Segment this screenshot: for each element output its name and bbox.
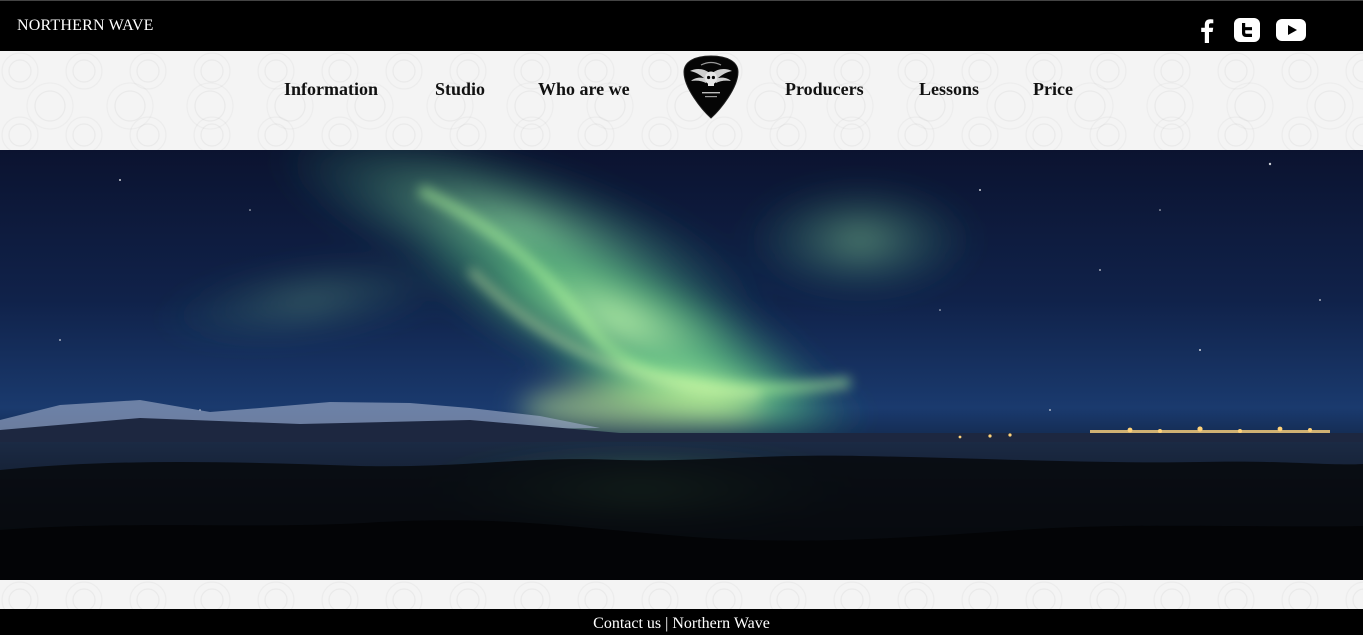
footer-brand-link[interactable]: Northern Wave: [672, 615, 770, 632]
facebook-icon[interactable]: [1192, 15, 1222, 45]
top-bar: NORTHERN WAVE: [0, 0, 1363, 51]
nav-item-lessons[interactable]: Lessons: [919, 79, 979, 100]
footer-separator: |: [665, 615, 669, 632]
youtube-icon[interactable]: [1276, 15, 1306, 45]
footer: Contact us | Northern Wave: [0, 609, 1363, 635]
hero-aurora-image: [0, 150, 1363, 580]
contact-us-link[interactable]: Contact us: [593, 615, 661, 632]
site-brand[interactable]: NORTHERN WAVE: [17, 17, 154, 35]
guitar-pick-logo[interactable]: [682, 54, 740, 120]
nav-item-who-are-we[interactable]: Who are we: [538, 79, 630, 100]
nav-item-price[interactable]: Price: [1033, 79, 1073, 100]
nav-item-studio[interactable]: Studio: [435, 79, 485, 100]
nav-item-producers[interactable]: Producers: [785, 79, 864, 100]
twitter-icon[interactable]: [1232, 15, 1262, 45]
aurora-illustration: [0, 150, 1363, 580]
navigation-band: Information Studio Who are we Producers …: [0, 51, 1363, 150]
nav-item-information[interactable]: Information: [284, 79, 378, 100]
decorative-band: [0, 580, 1363, 609]
